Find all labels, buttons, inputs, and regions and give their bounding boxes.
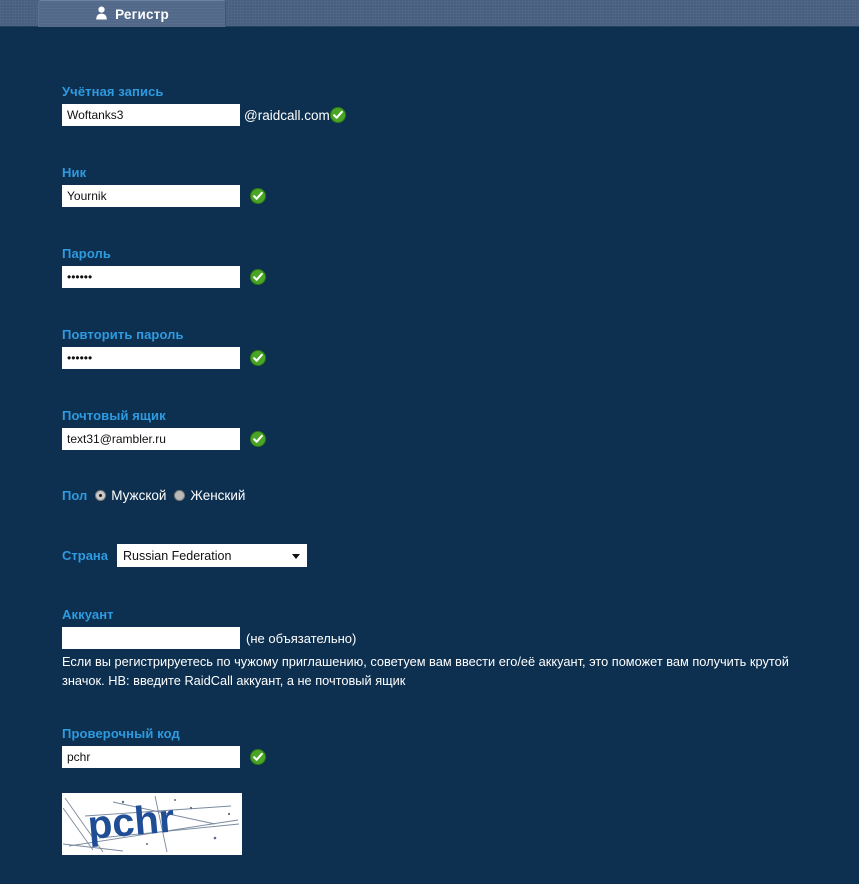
captcha-image[interactable]: pchr	[62, 793, 242, 855]
password-repeat-input[interactable]	[62, 347, 240, 369]
check-circle-icon	[250, 431, 266, 447]
check-circle-icon	[250, 350, 266, 366]
check-circle-icon	[329, 107, 346, 123]
country-select[interactable]: Russian Federation	[117, 544, 308, 567]
field-password: Пароль	[62, 246, 266, 288]
referral-help-text: Если вы регистрируетесь по чужому пригла…	[62, 654, 789, 688]
radio-gender-female[interactable]: Женский	[174, 488, 245, 503]
radio-female-indicator	[174, 490, 186, 501]
country-selected-value: Russian Federation	[123, 548, 232, 563]
field-nickname: Ник	[62, 165, 266, 207]
radio-female-label: Женский	[190, 488, 246, 503]
check-circle-icon	[250, 188, 266, 204]
password-input[interactable]	[62, 266, 240, 288]
referral-optional-note: (не объязательно)	[246, 630, 357, 646]
nickname-label: Ник	[62, 165, 87, 180]
account-input[interactable]	[62, 104, 240, 126]
nickname-input[interactable]	[62, 185, 240, 207]
referral-input[interactable]	[62, 627, 240, 649]
email-label: Почтовый ящик	[62, 408, 166, 423]
field-captcha: Проверочный код	[62, 726, 266, 768]
field-account: Учётная запись @raidcall.com	[62, 84, 346, 126]
person-icon	[95, 6, 108, 23]
email-input[interactable]	[62, 428, 240, 450]
country-label: Страна	[62, 548, 109, 563]
captcha-label: Проверочный код	[62, 726, 180, 741]
captcha-input[interactable]	[62, 746, 240, 768]
referral-label: Аккуант	[62, 607, 114, 622]
account-domain-suffix: @raidcall.com	[244, 107, 330, 123]
gender-label: Пол	[62, 488, 88, 503]
radio-gender-male[interactable]: Мужской	[95, 488, 166, 503]
window-titlebar: Регистр	[0, 0, 859, 27]
field-gender: Пол Мужской Женский	[62, 488, 245, 503]
chevron-down-icon	[292, 553, 301, 559]
tab-register[interactable]: Регистр	[38, 0, 226, 27]
captcha-image-text: pchr	[86, 797, 176, 848]
password-repeat-label: Повторить пароль	[62, 327, 184, 342]
account-label: Учётная запись	[62, 84, 164, 99]
field-email: Почтовый ящик	[62, 408, 266, 450]
tab-label: Регистр	[115, 6, 169, 22]
field-password-repeat: Повторить пароль	[62, 327, 266, 369]
radio-male-indicator	[95, 490, 107, 501]
radio-male-label: Мужской	[111, 488, 167, 503]
field-referral: Аккуант (не объязательно)	[62, 607, 356, 649]
password-label: Пароль	[62, 246, 111, 261]
check-circle-icon	[250, 269, 266, 285]
field-country: Страна Russian Federation	[62, 544, 308, 567]
check-circle-icon	[250, 749, 266, 765]
